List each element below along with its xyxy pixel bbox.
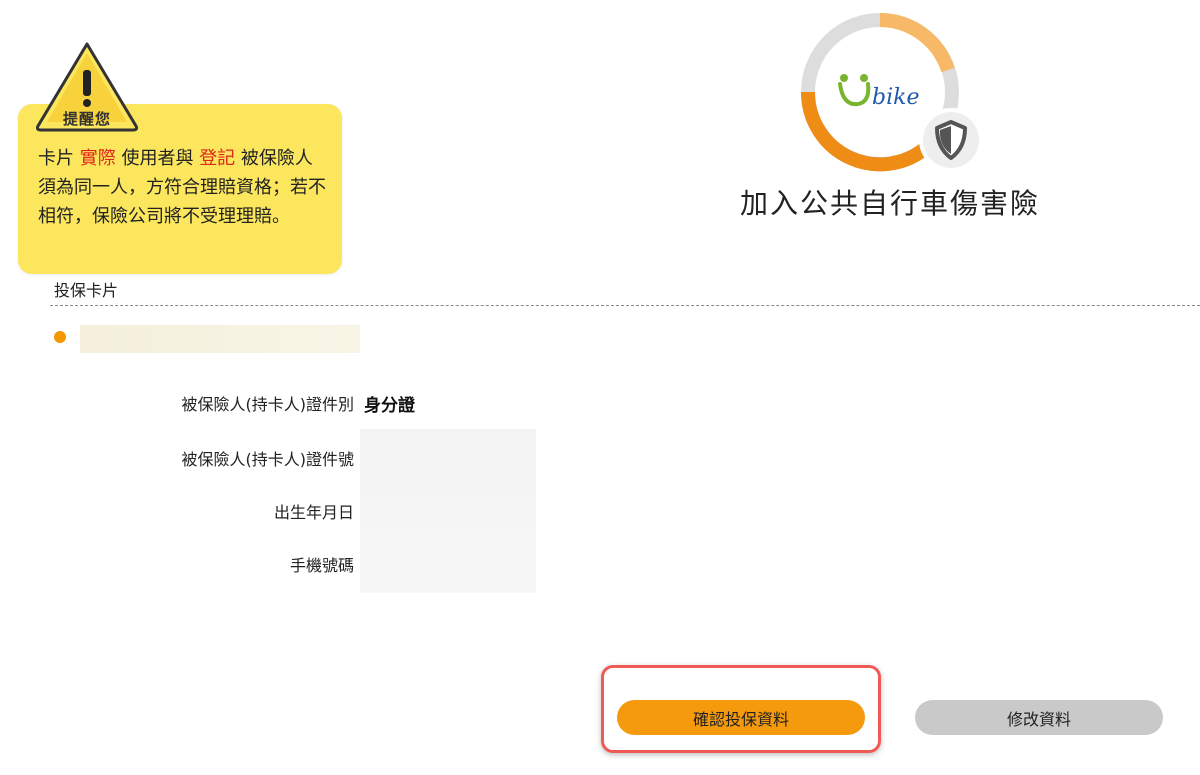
edit-info-button[interactable]: 修改資料 (915, 700, 1163, 735)
page-title: 加入公共自行車傷害險 (739, 187, 1040, 220)
mobile-number-label: 手機號碼 (289, 556, 354, 575)
section-divider (50, 305, 1200, 306)
id-number-label: 被保險人(持卡人)證件號 (181, 450, 355, 469)
insured-card-label: 投保卡片 (54, 281, 119, 300)
logo-brand-text: bike (872, 85, 919, 110)
confirm-insurance-button[interactable]: 確認投保資料 (617, 700, 865, 735)
shield-icon (919, 108, 983, 172)
personal-info-redacted (360, 429, 536, 593)
id-type-value: 身分證 (364, 396, 415, 416)
reminder-text: 卡片 實際 使用者與 登記 被保險人須為同一人，方符合理賠資格；若不相符，保險公… (38, 144, 330, 231)
ubike-logo: bike (800, 13, 983, 172)
birth-date-label: 出生年月日 (273, 503, 354, 522)
reminder-text-part: 使用者與 (115, 148, 200, 169)
reminder-highlight-registered: 登記 (199, 148, 236, 169)
id-type-label: 被保險人(持卡人)證件別 (181, 395, 355, 414)
bullet-dot-icon (54, 331, 66, 343)
reminder-highlight-actual: 實際 (79, 148, 116, 169)
reminder-badge: 提醒您 (62, 110, 111, 128)
card-number-redacted (80, 325, 360, 353)
reminder-text-part: 卡片 (38, 148, 80, 169)
